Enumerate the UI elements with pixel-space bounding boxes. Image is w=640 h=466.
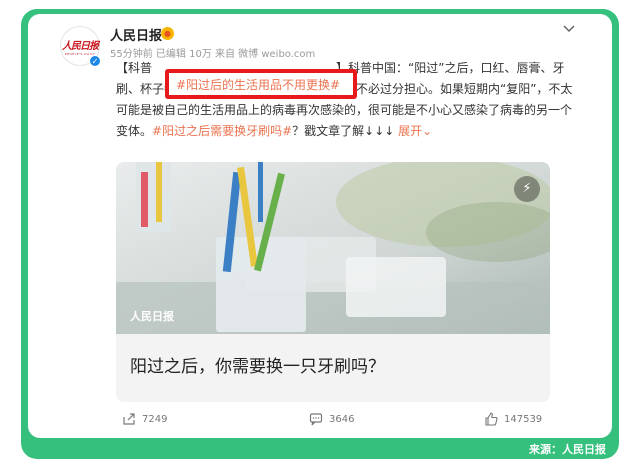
source-caption: 来源：人民日报 (529, 443, 606, 456)
expand-chevron-icon: ⌄ (422, 124, 433, 138)
like-count: 147539 (504, 413, 543, 425)
verified-badge-icon: ✓ (89, 55, 101, 67)
article-photo (116, 162, 550, 334)
image-watermark: 人民日报 (130, 310, 174, 323)
avatar-logo-text: 人民日报 (62, 40, 99, 52)
action-bar: 7249 3646 147539 (116, 412, 556, 432)
comment-button[interactable]: 3646 (309, 412, 354, 426)
lightning-icon[interactable]: ⚡ (514, 176, 540, 202)
share-count: 7249 (142, 413, 168, 425)
expand-link[interactable]: 展开⌄ (398, 124, 432, 138)
highlighted-hashtag-link[interactable]: #阳过后的生活用品不用更换# (176, 76, 340, 93)
weibo-post-card: 人民日报 PEOPLE'S DAILY ✓ 人民日报 ● 55分钟前 已编辑 1… (28, 14, 612, 438)
post-text-line1-post: 】科普中国：“阳过”之后，口红、唇膏、牙 (336, 61, 565, 75)
post-text-line4-post: ？戳文章了解↓↓↓ (292, 124, 395, 138)
article-card[interactable]: 人民日报 ⚡ 阳过之后，你需要换一只牙刷吗？ (116, 162, 550, 402)
article-title[interactable]: 阳过之后，你需要换一只牙刷吗？ (130, 352, 385, 377)
account-name[interactable]: 人民日报 (110, 25, 162, 44)
chevron-down-icon[interactable] (562, 22, 576, 36)
post-text-line4-pre: 变体。 (116, 124, 153, 138)
share-button[interactable]: 7249 (122, 412, 167, 426)
thumbs-up-icon (485, 412, 498, 426)
comment-icon (309, 413, 323, 426)
vip-badge-icon: ● (161, 27, 174, 40)
avatar-logo-subtext: PEOPLE'S DAILY (64, 51, 96, 56)
post-text-line3: 可能是被自己的生活用品上的病毒再次感染的，很可能是不小心又感染了病毒的另一个 (116, 103, 573, 117)
expand-label: 展开 (398, 124, 423, 138)
share-icon (123, 413, 135, 425)
comment-count: 3646 (329, 413, 355, 425)
highlight-box: #阳过后的生活用品不用更换# (165, 69, 357, 99)
like-button[interactable]: 147539 (484, 412, 542, 426)
hashtag-link[interactable]: #阳过之后需要换牙刷吗# (152, 124, 292, 138)
post-text-line1-pre: 【科普 (116, 61, 153, 75)
